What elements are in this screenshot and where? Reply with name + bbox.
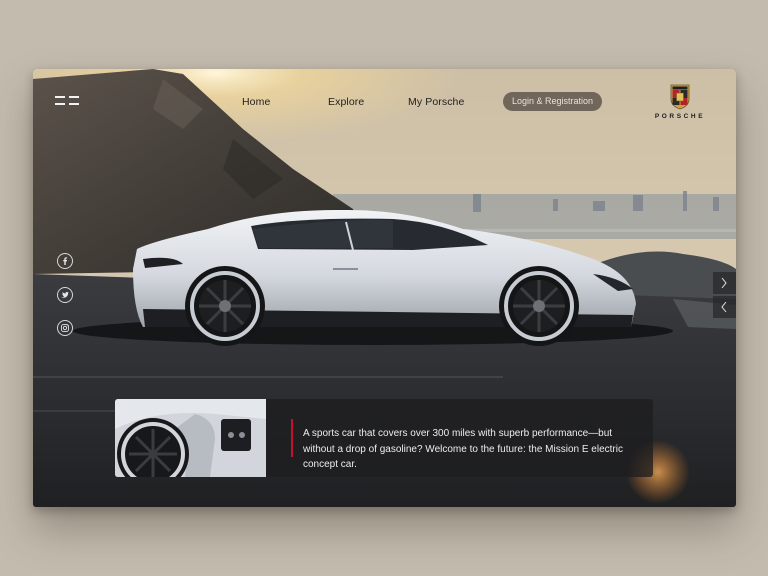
hero-card: Home Explore My Porsche Login & Registra… — [33, 69, 736, 507]
nav-my-porsche[interactable]: My Porsche — [408, 96, 464, 108]
twitter-link[interactable] — [57, 287, 73, 303]
facebook-icon — [63, 257, 68, 265]
brand-wordmark[interactable]: PORSCHE — [643, 113, 717, 120]
previous-slide-button[interactable] — [713, 296, 736, 318]
porsche-crest-icon — [670, 84, 690, 110]
info-description: A sports car that covers over 300 miles … — [303, 428, 623, 470]
facebook-link[interactable] — [57, 253, 73, 269]
menu-button[interactable] — [55, 96, 81, 106]
info-panel: A sports car that covers over 300 miles … — [115, 399, 653, 477]
accent-divider — [291, 419, 293, 457]
instagram-link[interactable] — [57, 320, 73, 336]
nav-explore[interactable]: Explore — [328, 96, 364, 108]
nav-home[interactable]: Home — [242, 96, 270, 108]
next-slide-button[interactable] — [713, 272, 736, 294]
instagram-icon — [61, 324, 69, 332]
twitter-icon — [61, 291, 69, 298]
login-registration-button[interactable]: Login & Registration — [503, 92, 602, 111]
chevron-left-icon — [721, 301, 727, 313]
car-detail-thumbnail[interactable] — [115, 399, 266, 477]
hamburger-icon — [55, 96, 65, 98]
chevron-right-icon — [721, 277, 727, 289]
